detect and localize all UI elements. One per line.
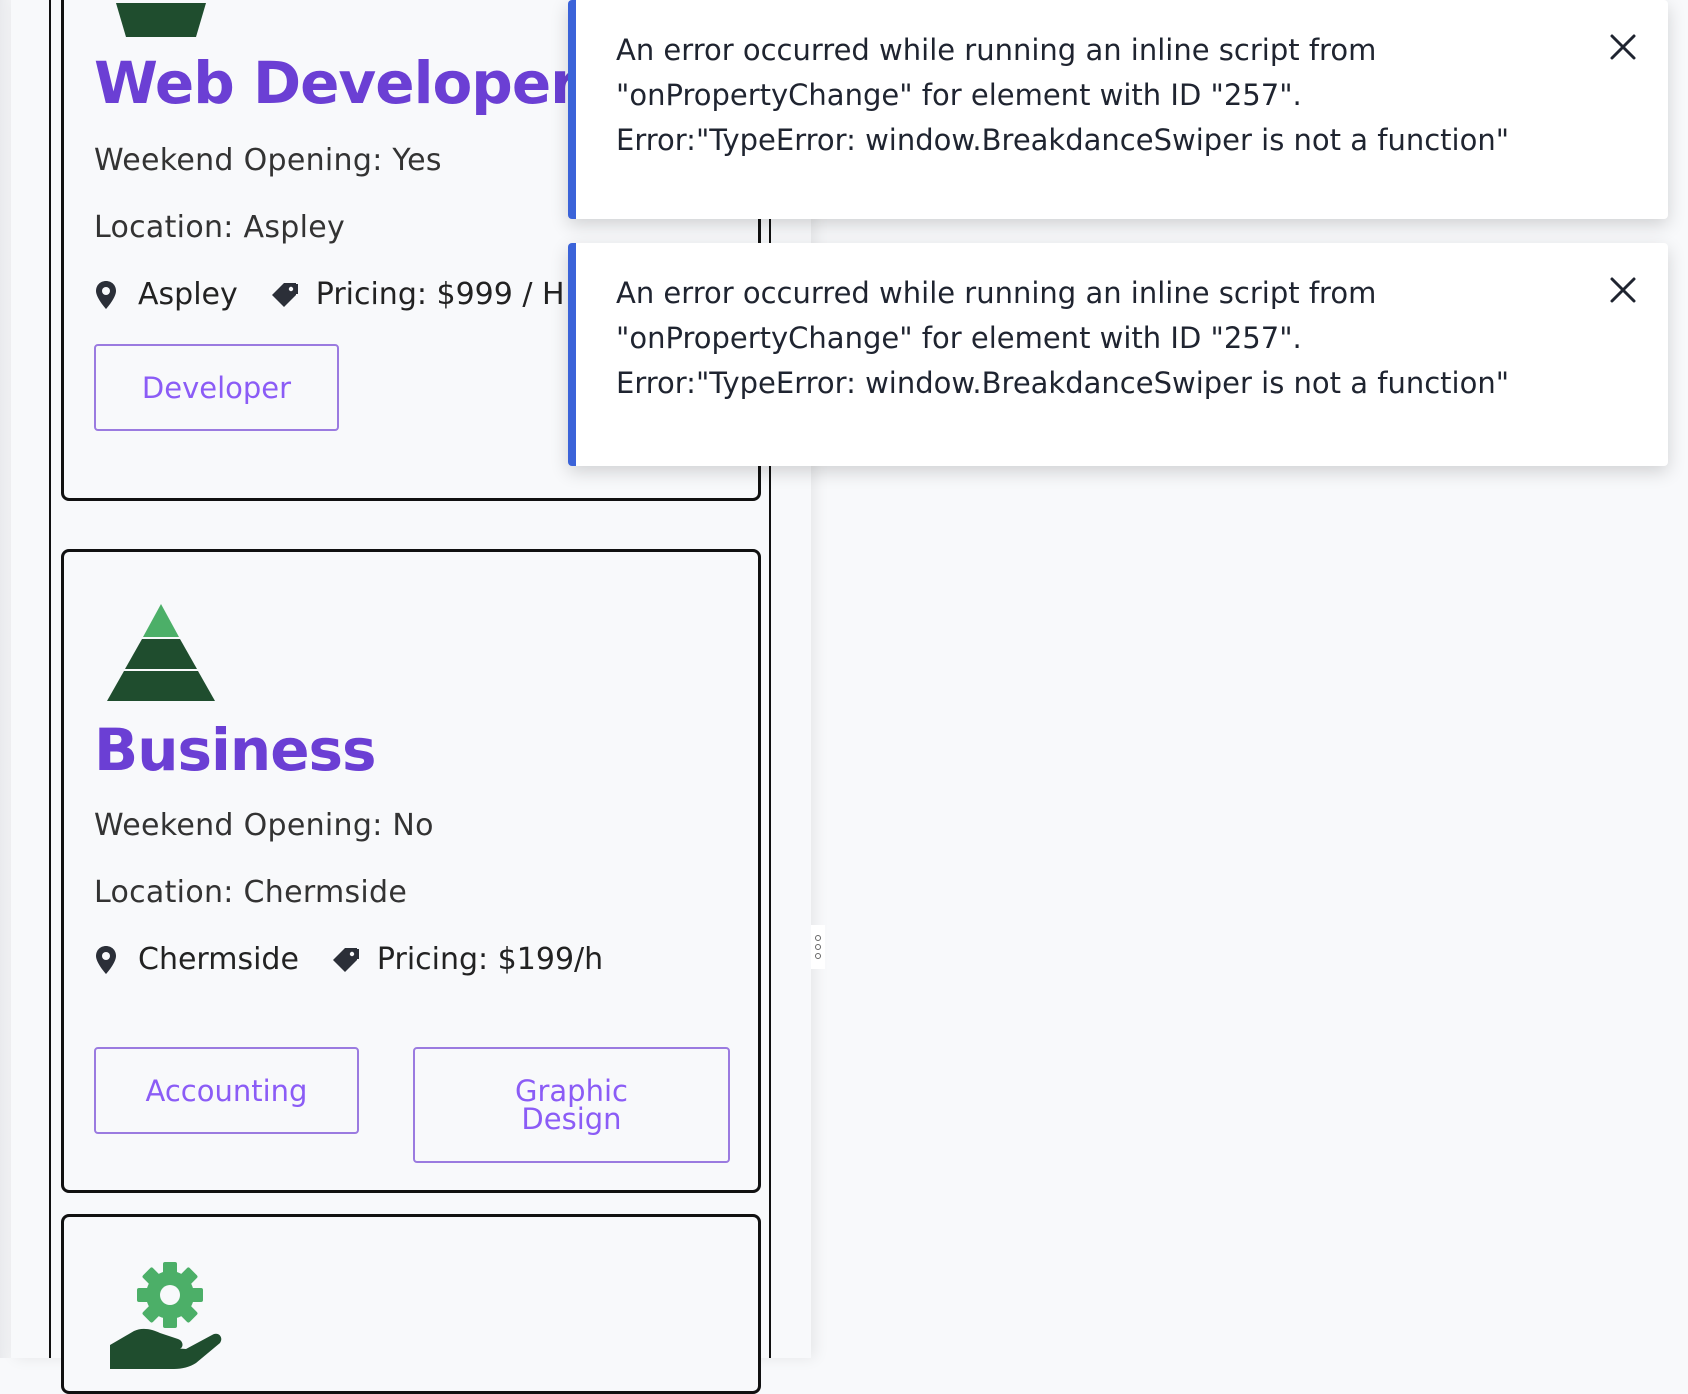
price-tag-icon [271, 282, 298, 307]
location-text: Location: Chermside [94, 875, 408, 910]
card-title: Business [94, 716, 377, 784]
weekend-opening: Weekend Opening: Yes [94, 143, 442, 178]
left-gutter [0, 0, 11, 1358]
price-tag-icon [332, 947, 359, 972]
tag-graphic-design-button[interactable]: Graphic Design [413, 1047, 730, 1163]
close-icon[interactable] [1608, 275, 1638, 305]
pricing-text: Pricing: $199/h [376, 942, 604, 977]
location-text: Location: Aspley [94, 210, 346, 245]
close-icon[interactable] [1608, 32, 1638, 62]
stack-icon [116, 3, 206, 37]
meta-row: Aspley Pricing: $999 / H [94, 277, 565, 312]
pyramid-icon [107, 604, 215, 701]
map-pin-icon [96, 945, 116, 974]
map-pin-icon [96, 280, 116, 309]
gear-hand-icon [110, 1262, 222, 1369]
meta-row: Chermside Pricing: $199/h [94, 942, 603, 977]
toast-message: An error occurred while running an inlin… [616, 276, 1510, 400]
panel-resize-handle[interactable] [811, 925, 825, 969]
toast-message: An error occurred while running an inlin… [616, 33, 1510, 157]
service-card-partial [61, 1214, 761, 1394]
error-toast: An error occurred while running an inlin… [568, 243, 1668, 466]
suburb-text: Chermside [138, 942, 299, 977]
tag-developer-button[interactable]: Developer [94, 344, 339, 431]
card-title: Web Developer [94, 49, 579, 117]
tag-accounting-button[interactable]: Accounting [94, 1047, 359, 1134]
error-toast: An error occurred while running an inlin… [568, 0, 1668, 219]
suburb-text: Aspley [138, 277, 238, 312]
weekend-opening: Weekend Opening: No [94, 808, 434, 843]
pricing-text: Pricing: $999 / H [315, 277, 565, 312]
service-card-business: Business Weekend Opening: No Location: C… [61, 549, 761, 1193]
